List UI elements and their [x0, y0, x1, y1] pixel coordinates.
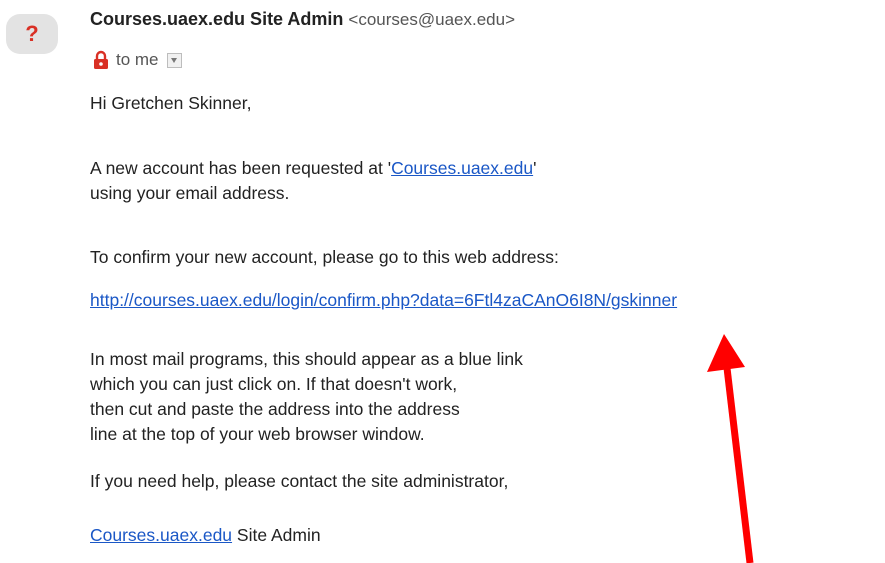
- annotation-arrow: [707, 334, 754, 563]
